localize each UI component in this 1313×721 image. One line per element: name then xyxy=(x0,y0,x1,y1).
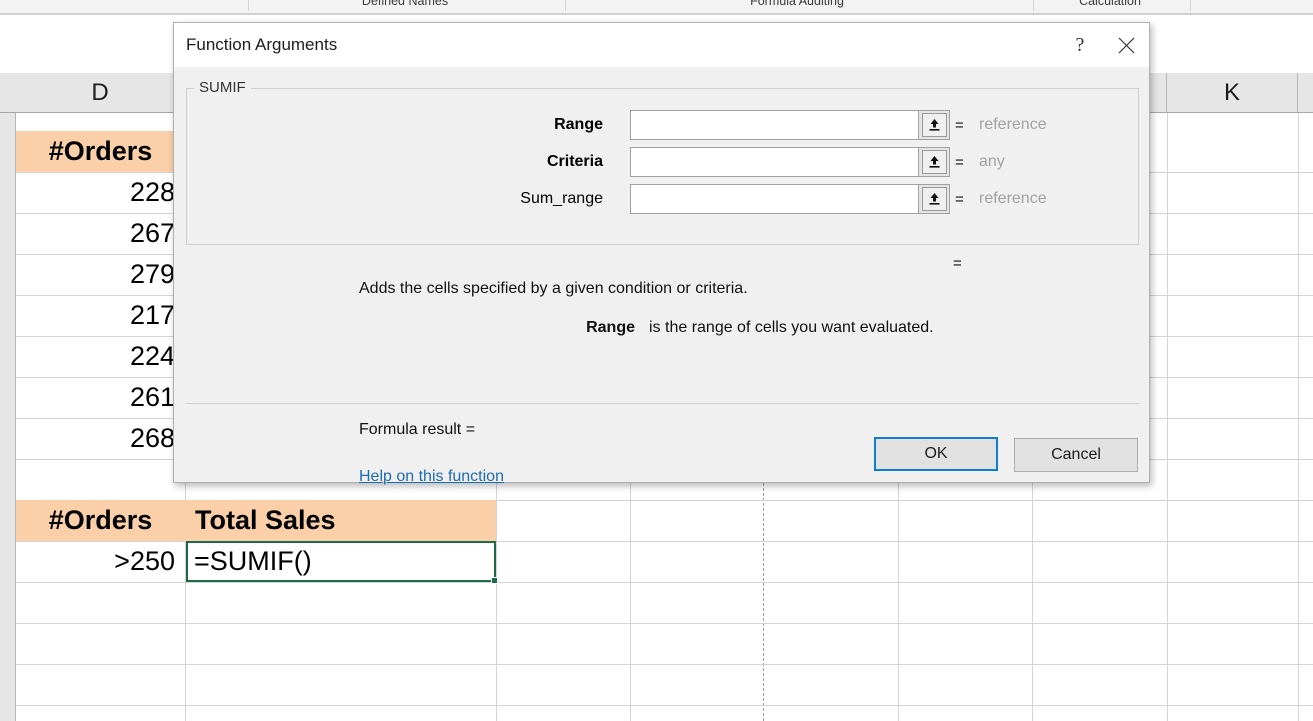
arg-input-wrap-range[interactable] xyxy=(630,110,950,140)
ribbon-strip: Defined Names Formula Auditing Calculati… xyxy=(0,0,1313,15)
cell-criteria-header[interactable]: #Orders xyxy=(16,500,185,541)
arg-row-sum-range: Sum_range = reference xyxy=(359,184,1139,214)
close-icon[interactable] xyxy=(1103,23,1149,67)
criteria-input[interactable] xyxy=(631,148,918,176)
arg-type-range: reference xyxy=(979,116,1047,133)
cell-d-orders-header[interactable]: #Orders xyxy=(16,131,185,172)
function-description: Adds the cells specified by a given cond… xyxy=(359,280,748,297)
arg-label-criteria: Criteria xyxy=(546,153,603,170)
cell-d-228[interactable]: 228 xyxy=(16,172,185,213)
gridline-horizontal xyxy=(16,623,1313,624)
dialog-title: Function Arguments xyxy=(186,35,338,54)
active-cell-sumif[interactable]: =SUMIF() xyxy=(186,541,496,582)
help-icon[interactable]: ? xyxy=(1057,23,1103,67)
dialog-title-bar[interactable]: Function Arguments ? xyxy=(174,23,1149,67)
cell-d-279[interactable]: 279 xyxy=(16,254,185,295)
cell-d-217[interactable]: 217 xyxy=(16,295,185,336)
function-name-label: SUMIF xyxy=(194,79,251,96)
argument-description-name: Range xyxy=(586,319,635,336)
arg-type-sum-range: reference xyxy=(979,190,1047,207)
argument-description: Range is the range of cells you want eval… xyxy=(359,319,1139,337)
arg-input-wrap-criteria[interactable] xyxy=(630,147,950,177)
column-header-k[interactable]: K xyxy=(1167,73,1298,112)
arg-type-criteria: any xyxy=(979,153,1005,170)
gridline-horizontal xyxy=(16,664,1313,665)
criteria-collapse-button[interactable] xyxy=(918,148,949,176)
cell-d-268[interactable]: 268 xyxy=(16,418,185,459)
ribbon-separator xyxy=(1190,0,1191,11)
ribbon-group-calculation: Calculation xyxy=(1079,0,1141,8)
fill-handle[interactable] xyxy=(491,577,498,584)
gridline-horizontal xyxy=(16,582,1313,583)
collapse-dialog-icon xyxy=(921,150,947,174)
argument-description-text: is the range of cells you want evaluated… xyxy=(649,319,934,336)
arg-label-sum-range: Sum_range xyxy=(520,190,603,207)
collapse-dialog-icon xyxy=(921,113,947,137)
sum-range-input[interactable] xyxy=(631,185,918,213)
arg-equals-criteria: = xyxy=(955,153,964,171)
ribbon-separator xyxy=(1033,0,1034,11)
arg-equals-sum-range: = xyxy=(955,190,964,208)
arg-label-range: Range xyxy=(554,116,603,133)
cell-d-224[interactable]: 224 xyxy=(16,336,185,377)
cell-d-261[interactable]: 261 xyxy=(16,377,185,418)
gridline-horizontal xyxy=(16,705,1313,706)
cell-totalsales-header[interactable]: Total Sales xyxy=(185,500,496,541)
arg-input-wrap-sum-range[interactable] xyxy=(630,184,950,214)
arg-row-range: Range = reference xyxy=(359,110,1139,140)
ribbon-group-formula-auditing: Formula Auditing xyxy=(750,0,844,8)
excel-window: Defined Names Formula Auditing Calculati… xyxy=(0,0,1313,721)
range-collapse-button[interactable] xyxy=(918,111,949,139)
row-header-strip xyxy=(0,73,16,721)
formula-result-label: Formula result = xyxy=(359,421,476,438)
column-header-d[interactable]: D xyxy=(16,73,185,112)
gridline-vertical xyxy=(1298,113,1299,721)
result-equals-sign: = xyxy=(953,255,962,272)
range-input[interactable] xyxy=(631,111,918,139)
cell-criteria-value[interactable]: >250 xyxy=(16,541,185,582)
sum-range-collapse-button[interactable] xyxy=(918,185,949,213)
ribbon-separator xyxy=(565,0,566,11)
cancel-button[interactable]: Cancel xyxy=(1014,438,1138,472)
function-arguments-dialog: Function Arguments ? SUMIF Range = refer… xyxy=(173,22,1150,486)
ok-button[interactable]: OK xyxy=(874,437,998,471)
cell-d-267[interactable]: 267 xyxy=(16,213,185,254)
dialog-title-buttons: ? xyxy=(1057,23,1149,67)
ribbon-separator xyxy=(248,0,249,11)
arg-equals-range: = xyxy=(955,116,964,134)
help-on-this-function-link[interactable]: Help on this function xyxy=(359,468,504,486)
gridline-vertical xyxy=(1167,113,1168,721)
dialog-divider xyxy=(186,403,1139,404)
ribbon-group-defined-names: Defined Names xyxy=(361,0,449,8)
arg-row-criteria: Criteria = any xyxy=(359,147,1139,177)
collapse-dialog-icon xyxy=(921,187,947,211)
